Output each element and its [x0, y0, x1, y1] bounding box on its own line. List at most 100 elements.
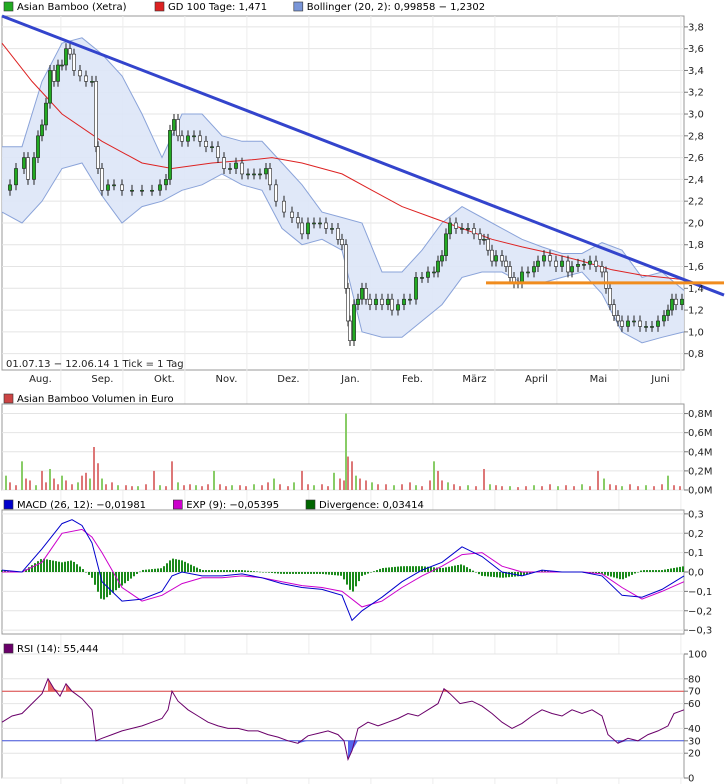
- volume-bar: [239, 485, 241, 490]
- divergence-bar: [349, 572, 351, 590]
- divergence-bar: [76, 564, 78, 572]
- candle-body: [560, 260, 564, 267]
- divergence-bar: [367, 572, 369, 574]
- divergence-bar: [145, 569, 147, 572]
- candle-body: [52, 70, 56, 82]
- volume-bar: [207, 484, 209, 490]
- volume-bar: [45, 482, 47, 490]
- volume-bar: [307, 484, 309, 490]
- divergence-bar: [484, 572, 486, 577]
- divergence-bar: [160, 568, 162, 572]
- volume-bar: [81, 475, 83, 490]
- candle-body: [482, 238, 486, 241]
- volume-bar: [29, 480, 31, 490]
- divergence-bar: [52, 560, 54, 572]
- candle-body: [436, 260, 440, 273]
- tick-label: 0,0: [688, 568, 704, 579]
- candle-body: [60, 64, 64, 67]
- divergence-bar: [397, 566, 399, 572]
- volume-bar: [401, 484, 403, 490]
- candle-body: [234, 162, 238, 169]
- volume-bar: [293, 482, 295, 490]
- volume-bar: [177, 482, 179, 490]
- candle-body: [594, 260, 598, 267]
- volume-bar: [183, 485, 185, 490]
- tick-label: 2,2: [688, 197, 704, 208]
- divergence-bar: [31, 565, 33, 572]
- volume-bar: [267, 482, 269, 490]
- candle-body: [620, 320, 624, 327]
- volume-bar: [377, 484, 379, 490]
- tick-label: 20: [688, 749, 701, 760]
- volume-bar: [667, 475, 669, 490]
- candle-body: [670, 298, 674, 311]
- candle-body: [608, 288, 612, 305]
- divergence-bar: [328, 572, 330, 575]
- divergence-bar: [445, 567, 447, 572]
- tick-label: 0,0M: [688, 486, 713, 497]
- candle-body: [210, 146, 214, 149]
- tick-label: 2,4: [688, 175, 704, 186]
- divergence-bar: [58, 561, 60, 572]
- divergence-bar: [373, 571, 375, 572]
- volume-bar: [573, 486, 575, 490]
- candle-body: [36, 135, 40, 158]
- volume-bar: [261, 485, 263, 490]
- macd-legend: MACD (26, 12): −0,01981 EXP (9): −0,05395…: [3, 499, 424, 511]
- candle-body: [566, 260, 570, 273]
- candle-body: [478, 233, 482, 240]
- tick-label: −0,1: [688, 587, 712, 598]
- candle-body: [176, 119, 180, 137]
- divergence-bar: [628, 572, 630, 577]
- divergence-bar: [133, 572, 135, 577]
- volume-bar: [313, 485, 315, 490]
- candle-body: [100, 168, 104, 191]
- volume-bar: [279, 484, 281, 490]
- divergence-bar: [190, 564, 192, 572]
- divergence-bar: [151, 569, 153, 572]
- candle-body: [172, 119, 176, 131]
- legend-swatch: [173, 499, 183, 510]
- divergence-bar: [385, 567, 387, 572]
- divergence-bar: [640, 570, 642, 572]
- candle-body: [318, 222, 322, 225]
- divergence-bar: [340, 572, 342, 576]
- candle-body: [520, 271, 524, 284]
- tick-label: 1,4: [688, 284, 704, 295]
- tick-label: −0,2: [688, 606, 712, 617]
- divergence-bar: [223, 570, 225, 572]
- divergence-bar: [442, 567, 444, 572]
- volume-bar: [21, 461, 23, 490]
- divergence-bar: [460, 564, 462, 572]
- candle-body: [240, 162, 244, 175]
- divergence-bar: [217, 570, 219, 572]
- divergence-bar: [310, 572, 312, 574]
- candle-body: [296, 217, 300, 224]
- volume-bar: [429, 480, 431, 490]
- divergence-bar: [124, 572, 126, 584]
- volume-bar: [189, 484, 191, 490]
- candle-body: [198, 135, 202, 142]
- divergence-bar: [283, 572, 285, 574]
- candle-body: [48, 70, 52, 104]
- divergence-bar: [475, 572, 477, 573]
- candle-body: [352, 304, 356, 341]
- volume-bar: [171, 461, 173, 490]
- volume-bar: [159, 485, 161, 490]
- tick-label: 0,8M: [688, 409, 713, 420]
- volume-bar: [453, 484, 455, 490]
- candle-body: [246, 173, 250, 176]
- volume-bar: [365, 480, 367, 490]
- divergence-bar: [346, 572, 348, 585]
- divergence-bar: [109, 572, 111, 595]
- candle-body: [252, 173, 256, 176]
- divergence-bar: [478, 572, 480, 575]
- divergence-bar: [46, 559, 48, 572]
- candle-body: [120, 184, 124, 191]
- volume-bar: [245, 486, 247, 490]
- volume-legend: Asian Bamboo Volumen in Euro: [3, 393, 174, 405]
- tick-label: 0,8: [688, 349, 704, 360]
- candle-body: [588, 260, 592, 265]
- candle-body: [644, 326, 648, 328]
- candle-body: [656, 320, 660, 327]
